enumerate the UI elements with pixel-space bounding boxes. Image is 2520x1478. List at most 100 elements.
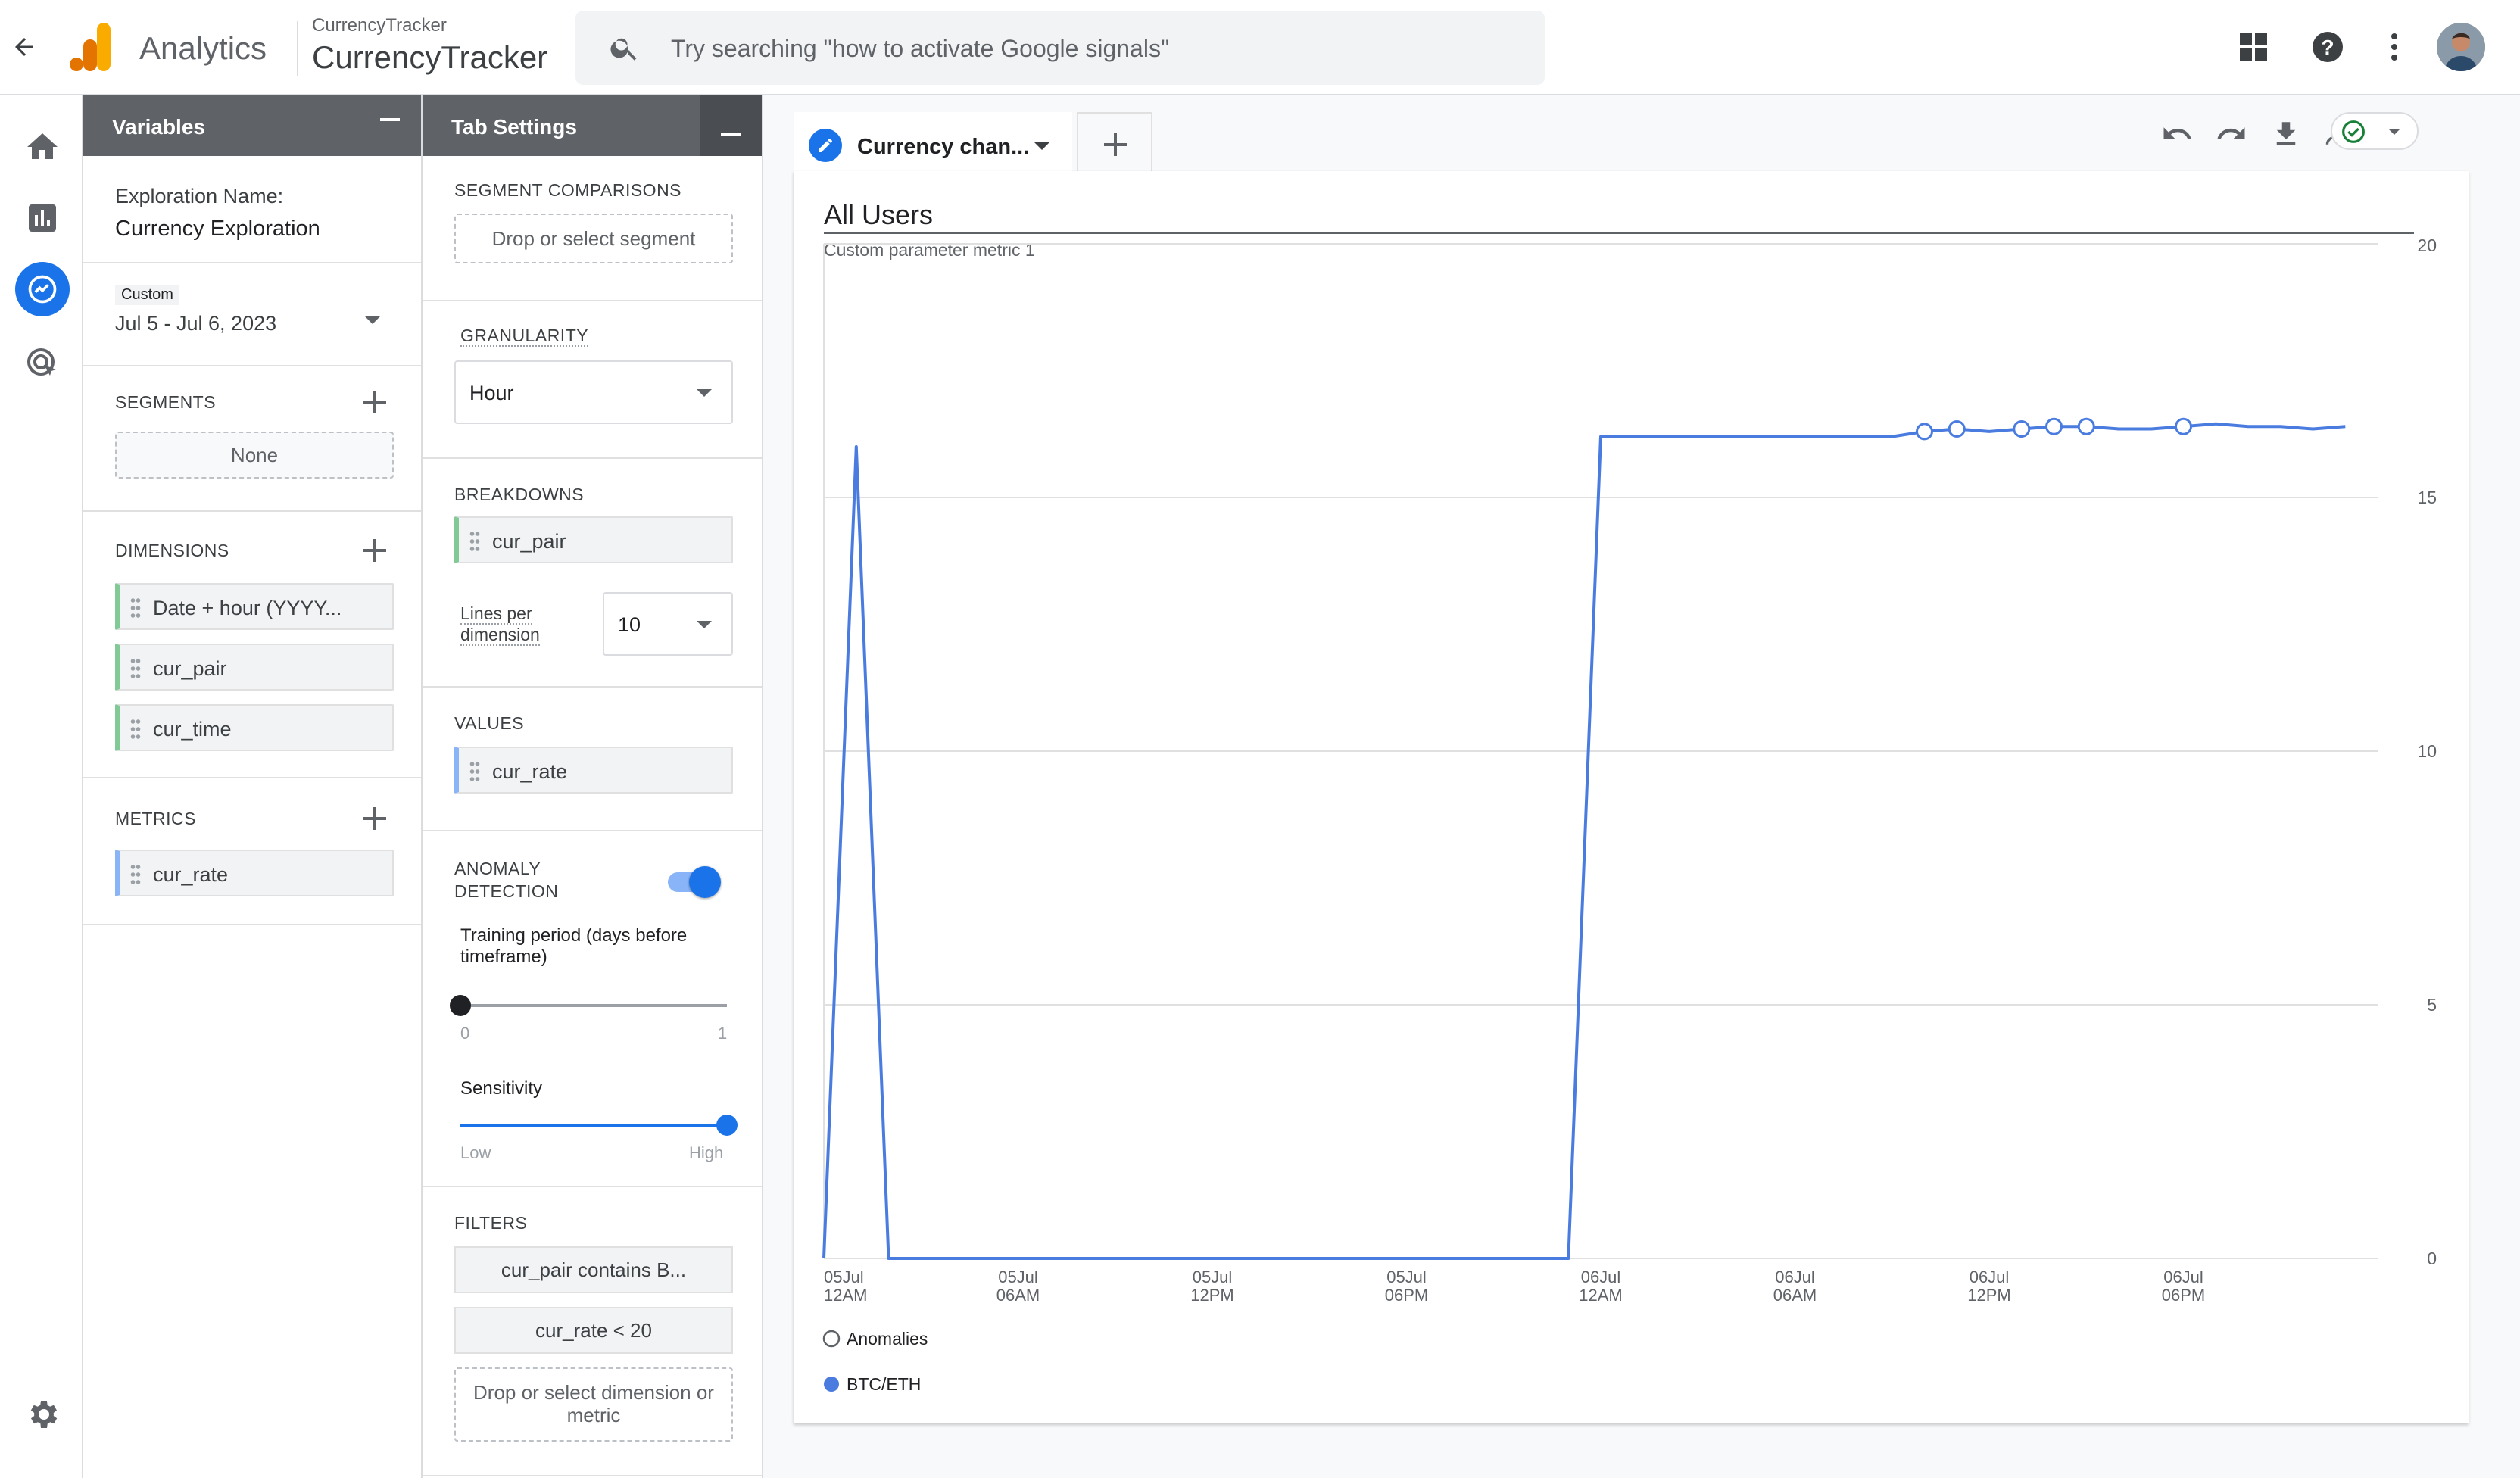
add-tab-button[interactable] (1077, 112, 1152, 174)
drag-handle-icon[interactable] (130, 657, 141, 680)
dimension-chip[interactable]: cur_pair (115, 644, 394, 691)
explore-nav-button[interactable] (15, 262, 70, 316)
value-chip[interactable]: cur_rate (454, 747, 733, 794)
legend-series-label: BTC/ETH (847, 1374, 921, 1394)
sensitivity-slider-track[interactable] (460, 1115, 738, 1136)
home-icon[interactable] (24, 129, 61, 165)
chevron-down-icon (2388, 129, 2400, 135)
variables-title: Variables (112, 115, 205, 139)
training-slider-knob[interactable] (450, 995, 471, 1016)
date-range[interactable]: Jul 5 - Jul 6, 2023 (115, 312, 276, 335)
back-arrow-icon[interactable] (11, 33, 38, 61)
add-dimension-icon[interactable] (363, 539, 386, 562)
divider (423, 457, 762, 459)
topbar-divider (297, 21, 298, 76)
undo-icon[interactable] (2161, 118, 2193, 150)
x-tick-label-line1: 05Jul (1386, 1268, 1427, 1286)
apps-grid-icon[interactable] (2235, 29, 2272, 65)
x-tick-label-line1: 05Jul (824, 1268, 864, 1286)
segment-drop-zone[interactable]: Drop or select segment (454, 214, 733, 263)
edit-pencil-icon[interactable] (809, 129, 842, 162)
x-tick-label-line2: 12AM (1579, 1286, 1622, 1305)
filter-chip[interactable]: cur_pair contains B... (454, 1246, 733, 1293)
tab-settings-title: Tab Settings (451, 115, 577, 139)
chart-subtitle: Custom parameter metric 1 (824, 240, 1035, 260)
tab-currency[interactable]: Currency chan... (794, 112, 1072, 174)
exploration-name-value[interactable]: Currency Exploration (115, 217, 320, 242)
x-tick-label-line2: 06AM (996, 1286, 1040, 1305)
reports-icon[interactable] (24, 200, 61, 236)
breakdown-chip[interactable]: cur_pair (454, 516, 733, 563)
dimension-label: Date + hour (YYYY... (153, 597, 342, 619)
dimension-label: cur_pair (153, 657, 227, 680)
dimensions-label: DIMENSIONS (115, 541, 229, 560)
granularity-label: GRANULARITY (460, 326, 589, 347)
filter-chip[interactable]: cur_rate < 20 (454, 1307, 733, 1354)
tab-settings-header: Tab Settings (423, 95, 762, 156)
add-metric-icon[interactable] (363, 807, 386, 830)
chart-title: All Users (824, 199, 933, 230)
date-range-dropdown-icon[interactable] (365, 316, 380, 324)
filter-drop-zone[interactable]: Drop or select dimension or metric (454, 1367, 733, 1442)
drag-handle-icon[interactable] (469, 530, 480, 553)
segment-comparisons-label: SEGMENT COMPARISONS (454, 180, 682, 200)
drag-handle-icon[interactable] (130, 718, 141, 741)
minimize-tab-settings-button[interactable] (700, 95, 762, 156)
values-label: VALUES (454, 713, 525, 733)
anomaly-toggle[interactable] (668, 866, 721, 898)
x-tick-label-line1: 06Jul (1970, 1268, 2010, 1286)
granularity-select[interactable]: Hour (454, 360, 733, 424)
more-vert-icon[interactable] (2376, 29, 2412, 65)
search-bar[interactable]: Try searching "how to activate Google si… (575, 11, 1545, 85)
add-segment-icon[interactable] (363, 391, 386, 413)
user-avatar[interactable] (2437, 23, 2485, 71)
tab-dropdown-icon[interactable] (1034, 142, 1049, 150)
drag-handle-icon[interactable] (130, 863, 141, 886)
check-circle-icon (2342, 120, 2365, 143)
divider (423, 1475, 762, 1476)
redo-icon[interactable] (2216, 118, 2247, 150)
x-tick-label-line2: 06PM (2162, 1286, 2205, 1305)
status-button[interactable] (2331, 112, 2419, 150)
drag-handle-icon[interactable] (130, 597, 141, 619)
help-icon[interactable]: ? (2309, 29, 2346, 65)
variables-panel-header: Variables (83, 95, 421, 156)
segments-none[interactable]: None (115, 432, 394, 479)
metric-chip[interactable]: cur_rate (115, 850, 394, 896)
download-icon[interactable] (2270, 118, 2302, 150)
dimension-chip[interactable]: cur_time (115, 704, 394, 751)
advertising-icon[interactable] (24, 345, 61, 382)
chart-card: All Users Custom parameter metric 1 20 15 10… (794, 171, 2469, 1423)
y-tick-label: 0 (2427, 1249, 2437, 1268)
metric-label: cur_rate (153, 863, 229, 886)
sensitivity-label: Sensitivity (460, 1078, 543, 1099)
divider (423, 686, 762, 688)
breakdowns-label: BREAKDOWNS (454, 485, 585, 504)
divider (423, 830, 762, 831)
variables-panel: Variables Exploration Name: Currency Exp… (83, 95, 423, 1478)
lines-per-dimension-text: Lines per dimension (460, 603, 540, 646)
lines-per-dimension-label: Lines per dimension (460, 603, 582, 646)
sensitivity-high: High (689, 1143, 724, 1162)
property-name[interactable]: CurrencyTracker (312, 39, 547, 76)
anomaly-point (2045, 417, 2063, 435)
search-placeholder: Try searching "how to activate Google si… (671, 35, 1170, 62)
training-slider-track[interactable] (450, 995, 727, 1016)
lines-per-dimension-value: 10 (618, 613, 641, 636)
segments-label: SEGMENTS (115, 392, 217, 412)
y-tick-label: 15 (2417, 488, 2437, 507)
chevron-down-icon (697, 389, 712, 397)
settings-gear-icon[interactable] (24, 1396, 61, 1433)
lines-per-dimension-select[interactable]: 10 (603, 592, 733, 656)
sensitivity-slider-knob[interactable] (716, 1115, 738, 1136)
dimension-chip[interactable]: Date + hour (YYYY... (115, 583, 394, 630)
training-max: 1 (718, 1024, 728, 1043)
property-account-name[interactable]: CurrencyTracker (312, 15, 447, 36)
analytics-logo-icon (70, 23, 111, 71)
minimize-variables-icon[interactable] (380, 118, 400, 121)
top-bar: Analytics CurrencyTracker CurrencyTracke… (0, 0, 2520, 95)
left-nav (0, 95, 83, 1478)
y-tick-label: 10 (2417, 741, 2437, 761)
x-tick-label-line1: 06Jul (2163, 1268, 2203, 1286)
drag-handle-icon[interactable] (469, 760, 480, 783)
